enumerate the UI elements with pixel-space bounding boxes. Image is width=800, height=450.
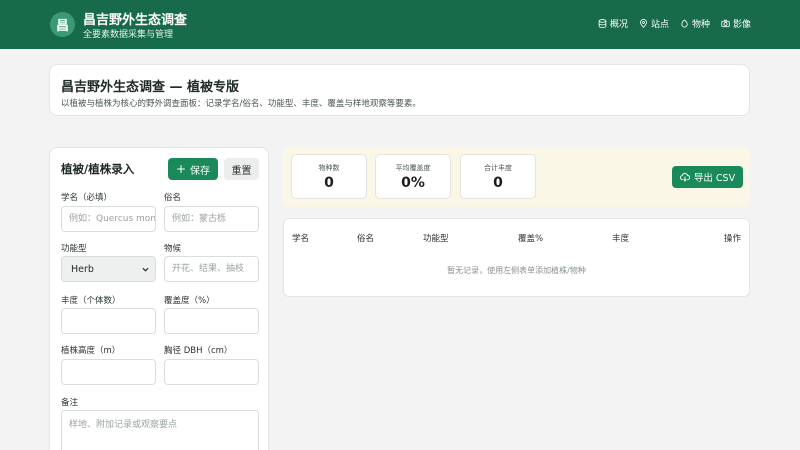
- column-header[interactable]: 丰度: [612, 232, 629, 244]
- form-title: 植被/植株录入: [61, 162, 135, 176]
- app-subtitle: 全要素数据采集与管理: [83, 30, 174, 40]
- column-header[interactable]: 覆盖%: [518, 232, 543, 244]
- nav-item-overview[interactable]: 概况: [598, 17, 628, 30]
- nav-item-imagery[interactable]: 影像: [721, 17, 751, 30]
- nav-label: 站点: [650, 20, 669, 30]
- leaf-icon: [681, 19, 688, 28]
- entry-form-card: 植被/植株录入 + 保存 重置 学名（必填） 俗名 功能型 Herb 物候 丰度…: [49, 147, 269, 450]
- stat-species-count: 物种数 0: [291, 154, 367, 199]
- stat-value: 0: [324, 175, 334, 191]
- brand-logo: 昌: [50, 12, 75, 37]
- phenology-label: 物候: [164, 244, 182, 254]
- nav-item-sites[interactable]: 站点: [639, 17, 669, 30]
- stat-average-coverage: 平均覆盖度 0%: [375, 154, 451, 199]
- page-description: 以植被与植株为核心的野外调查面板：记录学名/俗名、功能型、丰度、覆盖与样地观察等…: [61, 99, 421, 109]
- stat-total-abundance: 合计丰度 0: [460, 154, 536, 199]
- records-table: 学名 俗名 功能型 覆盖% 丰度 操作 暂无记录，使用左侧表单添加植株/物种: [283, 218, 750, 297]
- stat-value: 0: [493, 175, 503, 191]
- functional-type-label: 功能型: [61, 244, 87, 254]
- app-header: 昌 昌吉野外生态调查 全要素数据采集与管理 概况 站点 物种 影像: [0, 0, 800, 49]
- notes-textarea[interactable]: [61, 410, 259, 450]
- column-header: 操作: [723, 234, 741, 244]
- reset-button[interactable]: 重置: [224, 158, 259, 180]
- phenology-input[interactable]: [164, 256, 259, 282]
- dbh-label: 胸径 DBH（cm）: [164, 346, 233, 356]
- map-pin-icon: [640, 19, 647, 28]
- abundance-label: 丰度（个体数）: [61, 296, 121, 306]
- database-icon: [598, 19, 607, 28]
- export-csv-label: 导出 CSV: [693, 173, 736, 184]
- chevron-down-icon: [142, 267, 149, 272]
- app-title: 昌吉野外生态调查: [83, 13, 188, 28]
- plus-icon: +: [175, 162, 187, 176]
- stats-panel: 物种数 0 平均覆盖度 0% 合计丰度 0 导出 CSV: [283, 147, 750, 207]
- sci-name-label: 学名（必填）: [61, 193, 113, 203]
- stat-value: 0%: [401, 175, 425, 191]
- dbh-input[interactable]: [164, 359, 259, 385]
- coverage-input[interactable]: [164, 308, 259, 334]
- camera-icon: [721, 19, 730, 28]
- save-button[interactable]: + 保存: [168, 158, 218, 180]
- nav-item-species[interactable]: 物种: [680, 17, 710, 30]
- empty-state-message: 暂无记录，使用左侧表单添加植株/物种: [447, 266, 586, 275]
- export-csv-button[interactable]: 导出 CSV: [672, 166, 743, 188]
- stat-label: 平均覆盖度: [395, 164, 431, 172]
- column-header[interactable]: 俗名: [357, 232, 374, 244]
- nav-label: 概况: [609, 20, 628, 30]
- height-label: 植株高度（m）: [61, 346, 121, 356]
- notes-label: 备注: [61, 398, 79, 408]
- height-input[interactable]: [61, 359, 156, 385]
- stat-label: 合计丰度: [484, 164, 512, 172]
- stat-label: 物种数: [318, 164, 340, 172]
- abundance-input[interactable]: [61, 308, 156, 334]
- sci-name-input[interactable]: [61, 206, 156, 232]
- functional-type-value: Herb: [71, 263, 94, 275]
- nav-label: 影像: [732, 20, 751, 30]
- cloud-download-icon: [679, 173, 690, 182]
- page-intro-card: 昌吉野外生态调查 — 植被专版 以植被与植株为核心的野外调查面板：记录学名/俗名…: [49, 64, 750, 116]
- common-name-input[interactable]: [164, 206, 259, 232]
- page-title: 昌吉野外生态调查 — 植被专版: [61, 80, 240, 95]
- nav-label: 物种: [691, 20, 710, 30]
- coverage-label: 覆盖度（%）: [164, 296, 215, 306]
- column-header[interactable]: 学名: [292, 232, 309, 244]
- common-name-label: 俗名: [164, 193, 182, 203]
- column-header[interactable]: 功能型: [423, 232, 449, 244]
- top-nav: 概况 站点 物种 影像: [598, 17, 751, 30]
- save-button-label: 保存: [190, 165, 211, 177]
- functional-type-select[interactable]: Herb: [61, 256, 156, 282]
